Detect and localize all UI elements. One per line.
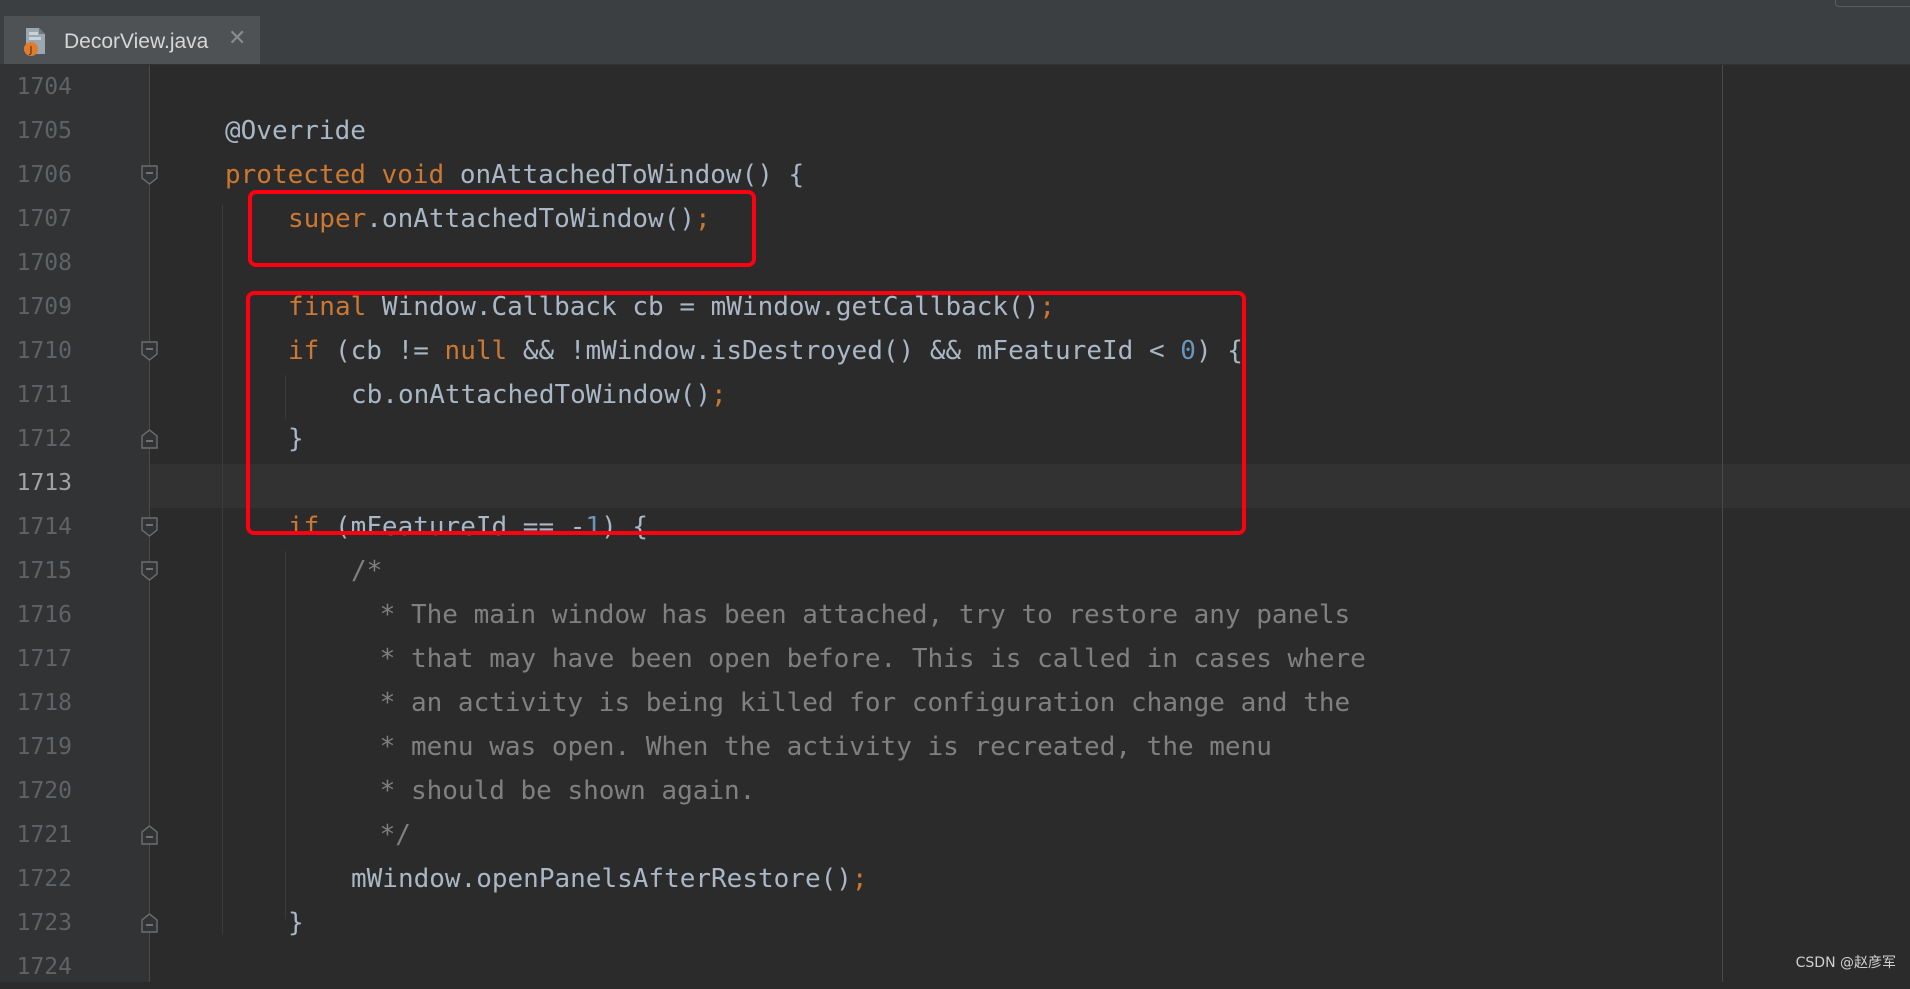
line-number: 1713 [16,470,72,496]
line-number: 1708 [16,250,72,276]
code-token: * that may have been open before. This i… [364,644,1366,674]
code-token: @Override [225,116,366,146]
indent-guide [222,205,223,935]
code-token: } [288,908,304,938]
java-file-icon: J [24,28,45,56]
code-line: mWindow.openPanelsAfterRestore(); [351,857,868,901]
fold-open-icon[interactable] [141,561,158,581]
fold-open-icon[interactable] [141,165,158,185]
line-number: 1719 [16,734,72,760]
code-token: * should be shown again. [364,776,756,806]
code-token: protected [225,160,382,190]
line-number: 1712 [16,426,72,452]
line-number: 1720 [16,778,72,804]
fold-close-icon[interactable] [141,429,158,449]
highlight-box-super-call [248,190,756,267]
window-top-strip [0,0,1910,10]
line-number: 1707 [16,206,72,232]
tab-decorview-java[interactable]: J DecorView.java ✕ [4,16,260,64]
line-number: 1717 [16,646,72,672]
code-line: * menu was open. When the activity is re… [364,725,1272,769]
code-line: } [288,901,304,945]
line-number: 1706 [16,162,72,188]
line-number: 1716 [16,602,72,628]
line-number: 1724 [16,954,72,980]
fold-close-icon[interactable] [141,913,158,933]
code-line: * should be shown again. [364,769,756,813]
line-number: 1715 [16,558,72,584]
right-margin-guide [1722,65,1723,982]
fold-close-icon[interactable] [141,825,158,845]
toolbar-edge [1835,0,1910,7]
code-line: * The main window has been attached, try… [364,593,1351,637]
line-number: 1705 [16,118,72,144]
line-number: 1714 [16,514,72,540]
editor-tab-bar: J DecorView.java ✕ [0,10,1910,74]
watermark: CSDN @赵彦军 [1795,955,1896,971]
code-line: * that may have been open before. This i… [364,637,1366,681]
code-line: * an activity is being killed for config… [364,681,1351,725]
line-number: 1711 [16,382,72,408]
code-token: */ [364,820,411,850]
code-line: */ [364,813,411,857]
line-number: 1722 [16,866,72,892]
code-token: /* [351,556,383,586]
line-number: 1718 [16,690,72,716]
code-token: ; [851,864,868,894]
line-number: 1721 [16,822,72,848]
highlight-box-callback-block [246,291,1246,535]
code-line: @Override [225,109,366,153]
fold-open-icon[interactable] [141,517,158,537]
code-token: onAttachedToWindow [459,160,742,190]
code-token: () { [741,160,805,190]
tab-label: DecorView.java [64,30,209,53]
code-token: * an activity is being killed for config… [364,688,1351,718]
line-number: 1709 [16,294,72,320]
code-line: /* [351,549,382,593]
code-editor[interactable]: 1704 1705 1706 1707 1708 1709 1710 1711 1712 1713… [0,65,1910,982]
line-number: 1723 [16,910,72,936]
code-token: * The main window has been attached, try… [364,600,1351,630]
indent-guide [285,551,286,919]
code-token: * menu was open. When the activity is re… [364,732,1272,762]
code-token: mWindow.openPanelsAfterRestore() [351,864,852,894]
line-number: 1710 [16,338,72,364]
code-token: void [381,160,460,190]
line-number: 1704 [16,74,72,100]
svg-text:J: J [29,45,33,56]
close-icon[interactable]: ✕ [228,26,246,51]
fold-open-icon[interactable] [141,341,158,361]
